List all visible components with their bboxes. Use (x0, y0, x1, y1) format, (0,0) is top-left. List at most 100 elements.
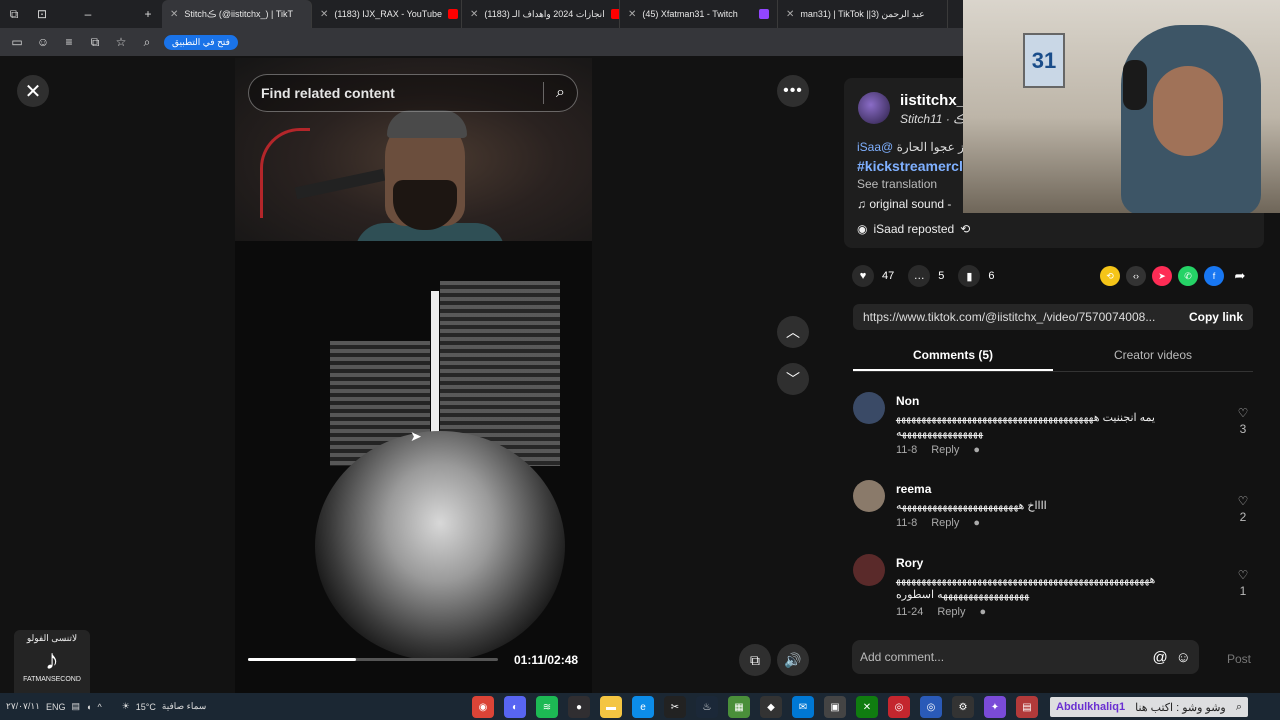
post-comment-button[interactable]: Post (1227, 652, 1251, 666)
sidebar-icon[interactable]: ▭ (8, 33, 26, 51)
language-icon[interactable]: ENG (46, 702, 66, 712)
emoji-icon[interactable]: ☺ (1176, 649, 1191, 666)
video-url[interactable]: https://www.tiktok.com/@iistitchx_/video… (863, 310, 1179, 324)
tab-twitch[interactable]: ✕ (45) Xfatman31 - Twitch (620, 0, 778, 28)
copy-link-button[interactable]: Copy link (1179, 310, 1243, 324)
photos-icon[interactable]: ▤ (1016, 696, 1038, 718)
copilot-icon[interactable]: ✦ (984, 696, 1006, 718)
discord-icon[interactable]: ◐ (504, 696, 526, 718)
face (1153, 66, 1223, 156)
watermark-bottom-text: FATMANSECOND (23, 676, 81, 683)
close-tab-icon[interactable]: ✕ (628, 9, 636, 20)
tab-comments[interactable]: Comments (5) (853, 342, 1053, 371)
chevron-up-icon: ︿ (786, 324, 800, 340)
close-tab-icon[interactable]: ✕ (170, 9, 178, 20)
comment-like-button[interactable]: ♡ 2 (1233, 494, 1253, 524)
tab-creator-videos[interactable]: Creator videos (1053, 342, 1253, 371)
like-button[interactable]: ♥ 47 (852, 265, 894, 287)
embed-icon[interactable]: ‹› (1126, 266, 1146, 286)
new-tab-icon[interactable]: + (134, 0, 162, 28)
commenter-name[interactable]: Non (896, 394, 919, 408)
hashtag-link[interactable]: #kickstreamercli (857, 158, 967, 174)
send-icon[interactable]: ➤ (1152, 266, 1172, 286)
mouse-cursor-icon: ➤ (410, 428, 422, 444)
reply-button[interactable]: Reply (937, 606, 965, 618)
volume-icon[interactable]: ◖ (86, 702, 91, 712)
creator-username[interactable]: iistitchx_ (900, 92, 965, 109)
picture-in-picture-button[interactable]: ⧉ (739, 644, 771, 676)
app-blue-icon[interactable]: ◎ (920, 696, 942, 718)
commenter-avatar[interactable] (853, 554, 885, 586)
settings-icon[interactable]: ⚙ (952, 696, 974, 718)
mention-link[interactable]: @iSaa (857, 140, 893, 154)
mail-icon[interactable]: ✉ (792, 696, 814, 718)
add-comment-field[interactable]: Add comment... @ ☺ (852, 640, 1199, 674)
tab-tiktok-profile[interactable]: ✕ man31) | TikTok ||عبد الرحمن (3 (778, 0, 948, 28)
obs-icon[interactable]: ● (568, 696, 590, 718)
app-red-icon[interactable]: ◎ (888, 696, 910, 718)
steam-icon[interactable]: ♨ (696, 696, 718, 718)
previous-video-button[interactable]: ︿ (777, 316, 809, 348)
chrome-icon[interactable]: ◉ (472, 696, 494, 718)
search-icon[interactable]: ⌕ (556, 84, 565, 102)
volume-button[interactable]: 🔊 (777, 644, 809, 676)
more-options-button[interactable]: ••• (777, 75, 809, 107)
comment-like-button[interactable]: ♡ 3 (1233, 406, 1253, 436)
edge-icon[interactable]: e (632, 696, 654, 718)
extensions-icon[interactable]: ⧉ (86, 33, 104, 51)
bookmark-star-icon[interactable]: ☆ (112, 33, 130, 51)
tab-tiktok-stitch[interactable]: ✕ Stitchڪ (@iistitchx_) | TikT (162, 0, 312, 28)
commenter-name[interactable]: Rory (896, 556, 923, 570)
zoom-icon[interactable]: ⌕ (138, 33, 156, 51)
next-video-button[interactable]: ﹀ (777, 363, 809, 395)
reading-mode-icon[interactable]: ≡ (60, 33, 78, 51)
comment-list[interactable]: Non يمه انجننيت هههههههههههههههههههههههه… (853, 386, 1253, 622)
repost-share-icon[interactable]: ⟲ (1100, 266, 1120, 286)
commenter-name[interactable]: reema (896, 482, 931, 496)
video-progress-bar[interactable] (248, 658, 498, 661)
minimize-icon[interactable]: – (74, 0, 102, 28)
search-icon[interactable]: ⌕ (1236, 701, 1242, 714)
file-explorer-icon[interactable]: ▬ (600, 696, 622, 718)
tab-search-icon[interactable]: ⊡ (28, 0, 56, 28)
see-translation-link[interactable]: See translation (857, 177, 937, 191)
repost-label: iSaad reposted (873, 222, 955, 236)
reply-button[interactable]: Reply (931, 517, 959, 529)
add-comment-placeholder: Add comment... (860, 650, 945, 664)
close-tab-icon[interactable]: ✕ (470, 9, 478, 20)
close-tab-icon[interactable]: ✕ (786, 9, 794, 20)
open-in-app-button[interactable]: فتح في التطبيق (164, 34, 238, 50)
weather-widget[interactable]: ☀ 15°C سماء صافية (122, 701, 207, 712)
window-restore-icon[interactable]: ⧉ (0, 0, 28, 28)
minecraft-icon[interactable]: ▦ (728, 696, 750, 718)
xbox-icon[interactable]: ✕ (856, 696, 878, 718)
creator-avatar[interactable] (858, 92, 890, 124)
close-tab-icon[interactable]: ✕ (320, 9, 328, 20)
chat-text: وشو وشو : اكتب هنا (1135, 701, 1226, 714)
chevron-up-icon[interactable]: ^ (97, 702, 101, 712)
tab-youtube-ijx[interactable]: ✕ (1183) IJX_RAX - YouTube (312, 0, 462, 28)
whatsapp-icon[interactable]: ✆ (1178, 266, 1198, 286)
comment-like-button[interactable]: ♡ 1 (1233, 568, 1253, 598)
weather-temp: 15°C (135, 701, 156, 712)
music-note-icon: ♫ (857, 197, 866, 211)
close-viewer-button[interactable]: ✕ (17, 75, 49, 107)
tab-youtube-achievements[interactable]: ✕ (1183) انجازات 2024 واهداف الـ (462, 0, 620, 28)
spotify-icon[interactable]: ≋ (536, 696, 558, 718)
video-player[interactable] (235, 58, 592, 693)
share-arrow-icon[interactable]: ➦ (1230, 266, 1250, 286)
roblox-icon[interactable]: ◆ (760, 696, 782, 718)
reply-button[interactable]: Reply (931, 444, 959, 456)
find-related-search[interactable]: Find related content ⌕ (248, 74, 578, 112)
capcut-icon[interactable]: ✂ (664, 696, 686, 718)
facebook-icon[interactable]: f (1204, 266, 1224, 286)
comment-button[interactable]: … 5 (908, 265, 944, 287)
sound-link[interactable]: ♫ original sound - (857, 197, 951, 211)
save-button[interactable]: ▮ 6 (958, 265, 995, 287)
commenter-avatar[interactable] (853, 392, 885, 424)
profile-icon[interactable]: ☺ (34, 33, 52, 51)
store-icon[interactable]: ▣ (824, 696, 846, 718)
mention-at-icon[interactable]: @ (1152, 649, 1167, 666)
network-icon[interactable]: ▤ (72, 701, 81, 712)
commenter-avatar[interactable] (853, 480, 885, 512)
